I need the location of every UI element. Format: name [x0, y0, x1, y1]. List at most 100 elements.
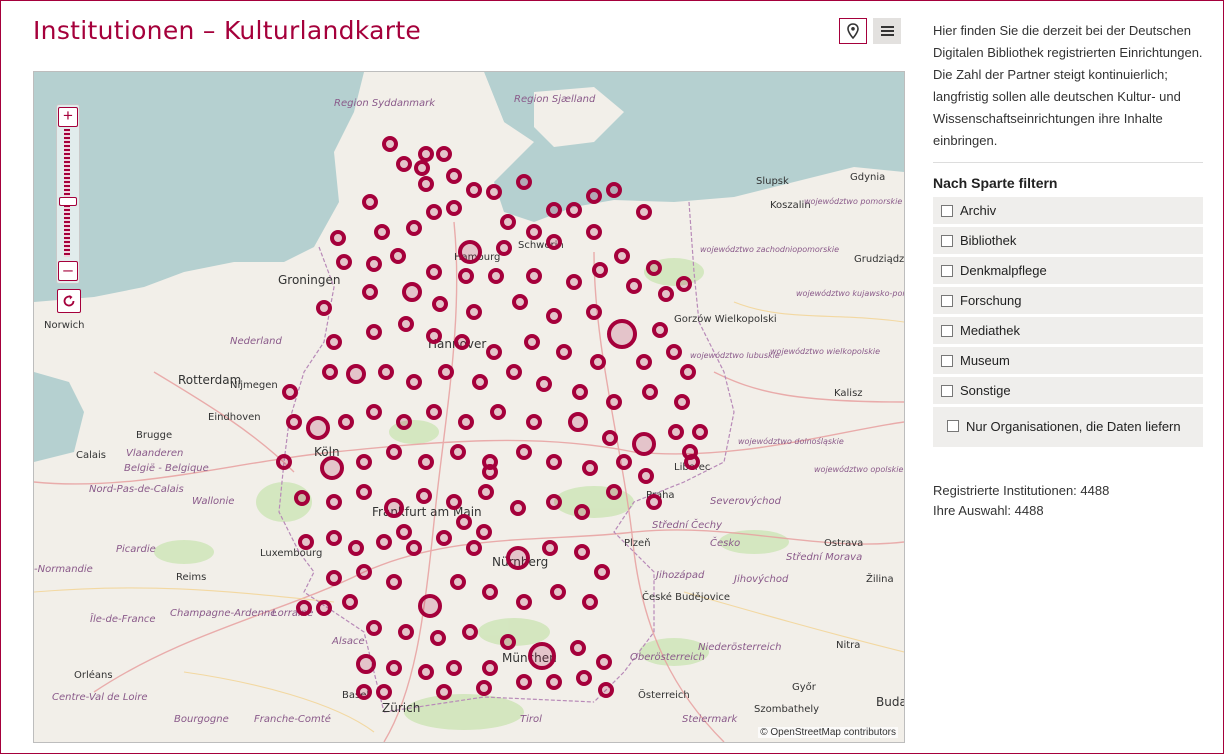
filter-bibliothek[interactable]: Bibliothek — [933, 227, 1203, 254]
institution-marker — [546, 674, 562, 690]
institution-marker — [506, 546, 530, 570]
reset-view-button[interactable] — [57, 289, 81, 313]
checkbox[interactable] — [941, 204, 953, 217]
map-attribution[interactable]: © OpenStreetMap contributors — [758, 727, 898, 738]
map-label: Österreich — [638, 688, 690, 701]
institution-marker — [456, 514, 472, 530]
institution-marker — [398, 624, 414, 640]
checkbox[interactable] — [941, 324, 953, 337]
map-label: Calais — [76, 450, 106, 461]
map-label: województwo lubuskie — [690, 350, 780, 360]
institution-marker — [356, 454, 372, 470]
zoom-in-button[interactable]: + — [58, 107, 78, 127]
institution-marker — [476, 680, 492, 696]
institution-marker — [436, 684, 452, 700]
intro-text: Hier finden Sie die derzeit bei der Deut… — [933, 23, 1203, 148]
institution-marker — [486, 184, 502, 200]
institution-marker — [516, 174, 532, 190]
filter-denkmalpflege[interactable]: Denkmalpflege — [933, 257, 1203, 284]
map-label: Plzeň — [624, 537, 651, 549]
institution-marker — [454, 334, 470, 350]
zoom-slider-handle[interactable] — [59, 197, 77, 206]
institution-marker — [586, 304, 602, 320]
zoom-slider-track[interactable] — [64, 129, 70, 257]
institution-marker — [546, 494, 562, 510]
page-title: Institutionen – Kulturlandkarte — [33, 16, 422, 45]
institution-marker — [556, 344, 572, 360]
filter-label: Forschung — [960, 293, 1022, 308]
institution-marker — [582, 594, 598, 610]
institution-marker — [496, 240, 512, 256]
institution-marker — [416, 488, 432, 504]
institution-marker — [406, 220, 422, 236]
institution-marker — [396, 156, 412, 172]
map-label: Gdynia — [850, 172, 885, 183]
map-label: Alsace — [331, 636, 365, 647]
map-label: Franche-Comté — [254, 713, 331, 725]
institution-marker — [446, 168, 462, 184]
institution-marker — [426, 264, 442, 280]
institution-marker — [466, 182, 482, 198]
institution-marker — [566, 202, 582, 218]
institution-marker — [482, 464, 498, 480]
map-viewport[interactable]: Region Syddanmark Region Sjælland Hambur… — [33, 71, 905, 743]
institution-marker — [606, 394, 622, 410]
checkbox[interactable] — [941, 294, 953, 307]
map-label: Gorzów Wielkopolski — [674, 313, 777, 325]
institution-marker — [426, 404, 442, 420]
institution-marker — [566, 274, 582, 290]
filter-mediathek[interactable]: Mediathek — [933, 317, 1203, 344]
list-view-button[interactable] — [873, 18, 901, 44]
institution-marker — [592, 262, 608, 278]
checkbox[interactable] — [941, 354, 953, 367]
institution-marker — [546, 202, 562, 218]
institution-marker — [586, 188, 602, 204]
institution-marker — [570, 640, 586, 656]
institution-marker — [390, 248, 406, 264]
checkbox[interactable] — [941, 264, 953, 277]
institution-marker — [306, 416, 330, 440]
filter-forschung[interactable]: Forschung — [933, 287, 1203, 314]
map-label: Île-de-France — [90, 612, 156, 625]
checkbox[interactable] — [941, 234, 953, 247]
map-base: Region Syddanmark Region Sjælland Hambur… — [34, 72, 904, 742]
map-label: województwo pomorskie — [804, 196, 902, 206]
institution-marker — [316, 300, 332, 316]
filter-data-providers[interactable]: Nur Organisationen, die Daten liefern — [933, 407, 1203, 447]
checkbox[interactable] — [941, 384, 953, 397]
map-label: Jihozápad — [654, 569, 705, 581]
filter-sonstige[interactable]: Sonstige — [933, 377, 1203, 404]
institution-marker — [374, 224, 390, 240]
map-view-button[interactable] — [839, 18, 867, 44]
institution-marker — [516, 594, 532, 610]
filter-archiv[interactable]: Archiv — [933, 197, 1203, 224]
map-marker-icon — [847, 23, 859, 39]
institution-marker — [482, 584, 498, 600]
institution-marker — [286, 414, 302, 430]
institution-marker — [438, 364, 454, 380]
checkbox[interactable] — [947, 420, 959, 432]
institution-marker — [472, 374, 488, 390]
zoom-out-button[interactable]: – — [58, 261, 78, 281]
institution-marker — [666, 344, 682, 360]
institution-marker — [446, 200, 462, 216]
map-label: Česko — [710, 536, 740, 549]
institution-marker — [362, 194, 378, 210]
institution-marker — [450, 444, 466, 460]
institution-marker — [298, 534, 314, 550]
map-label: Region Syddanmark — [334, 98, 436, 109]
institution-marker — [346, 364, 366, 384]
institution-marker — [414, 160, 430, 176]
institution-marker — [326, 494, 342, 510]
institution-marker — [384, 498, 404, 518]
institution-marker — [526, 268, 542, 284]
institution-marker — [282, 384, 298, 400]
institution-marker — [652, 322, 668, 338]
institution-marker — [488, 268, 504, 284]
institution-marker — [378, 364, 394, 380]
map-label: Žilina — [866, 572, 894, 585]
institution-marker — [336, 254, 352, 270]
institution-marker — [506, 364, 522, 380]
institution-marker — [418, 146, 434, 162]
filter-museum[interactable]: Museum — [933, 347, 1203, 374]
